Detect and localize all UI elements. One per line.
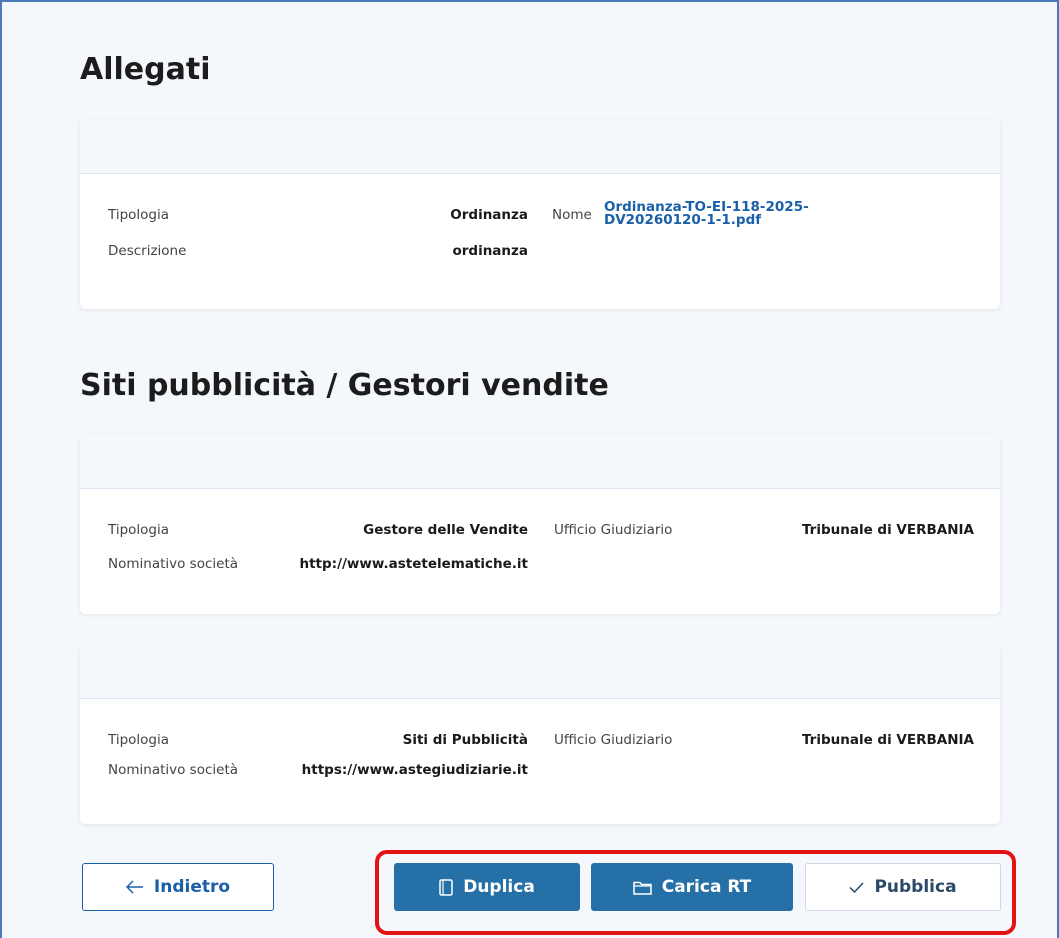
allegato-card: Tipologia Ordinanza Descrizione ordinanz… [80, 119, 1000, 309]
tipologia-label: Tipologia [108, 522, 170, 538]
siti-title: Siti pubblicità / Gestori vendite [80, 368, 609, 403]
nominativo-value: https://www.astegiudiziarie.it [301, 762, 528, 778]
duplica-button[interactable]: Duplica [394, 863, 580, 911]
tipologia-value: Siti di Pubblicità [402, 732, 528, 748]
check-icon [849, 881, 864, 893]
ufficio-label: Ufficio Giudiziario [554, 522, 673, 538]
attachment-link-line2: DV20260120-1-1.pdf [604, 212, 762, 228]
card-header [80, 644, 1000, 699]
tipologia-label: Tipologia [108, 207, 170, 223]
ufficio-value: Tribunale di VERBANIA [801, 732, 974, 748]
carica-rt-button-label: Carica RT [661, 877, 752, 897]
sito-card-2: Tipologia Siti di Pubblicità Nominativo … [80, 644, 1000, 824]
descrizione-label: Descrizione [108, 243, 187, 259]
tipologia-value: Gestore delle Vendite [363, 522, 528, 538]
descrizione-value: ordinanza [452, 243, 528, 259]
copy-icon [439, 878, 453, 896]
nominativo-label: Nominativo società [108, 556, 239, 572]
duplica-button-label: Duplica [463, 877, 535, 897]
back-button[interactable]: Indietro [82, 863, 274, 911]
card-header [80, 119, 1000, 174]
folder-icon [632, 880, 652, 895]
back-button-label: Indietro [153, 877, 231, 897]
tipologia-label: Tipologia [108, 732, 170, 748]
card-header [80, 434, 1000, 489]
allegati-title: Allegati [80, 52, 211, 87]
pubblica-button-label: Pubblica [874, 877, 957, 897]
nominativo-label: Nominativo società [108, 762, 239, 778]
ufficio-label: Ufficio Giudiziario [554, 732, 673, 748]
tipologia-value: Ordinanza [450, 207, 528, 223]
carica-rt-button[interactable]: Carica RT [591, 863, 793, 911]
nome-label: Nome [552, 207, 592, 223]
attachment-link[interactable]: Ordinanza-TO-EI-118-2025- DV20260120-1-1… [604, 200, 809, 228]
nominativo-value: http://www.astetelematiche.it [299, 556, 528, 572]
ufficio-value: Tribunale di VERBANIA [801, 522, 974, 538]
sito-card-1: Tipologia Gestore delle Vendite Nominati… [80, 434, 1000, 614]
arrow-left-icon [125, 880, 144, 894]
pubblica-button[interactable]: Pubblica [805, 863, 1001, 911]
